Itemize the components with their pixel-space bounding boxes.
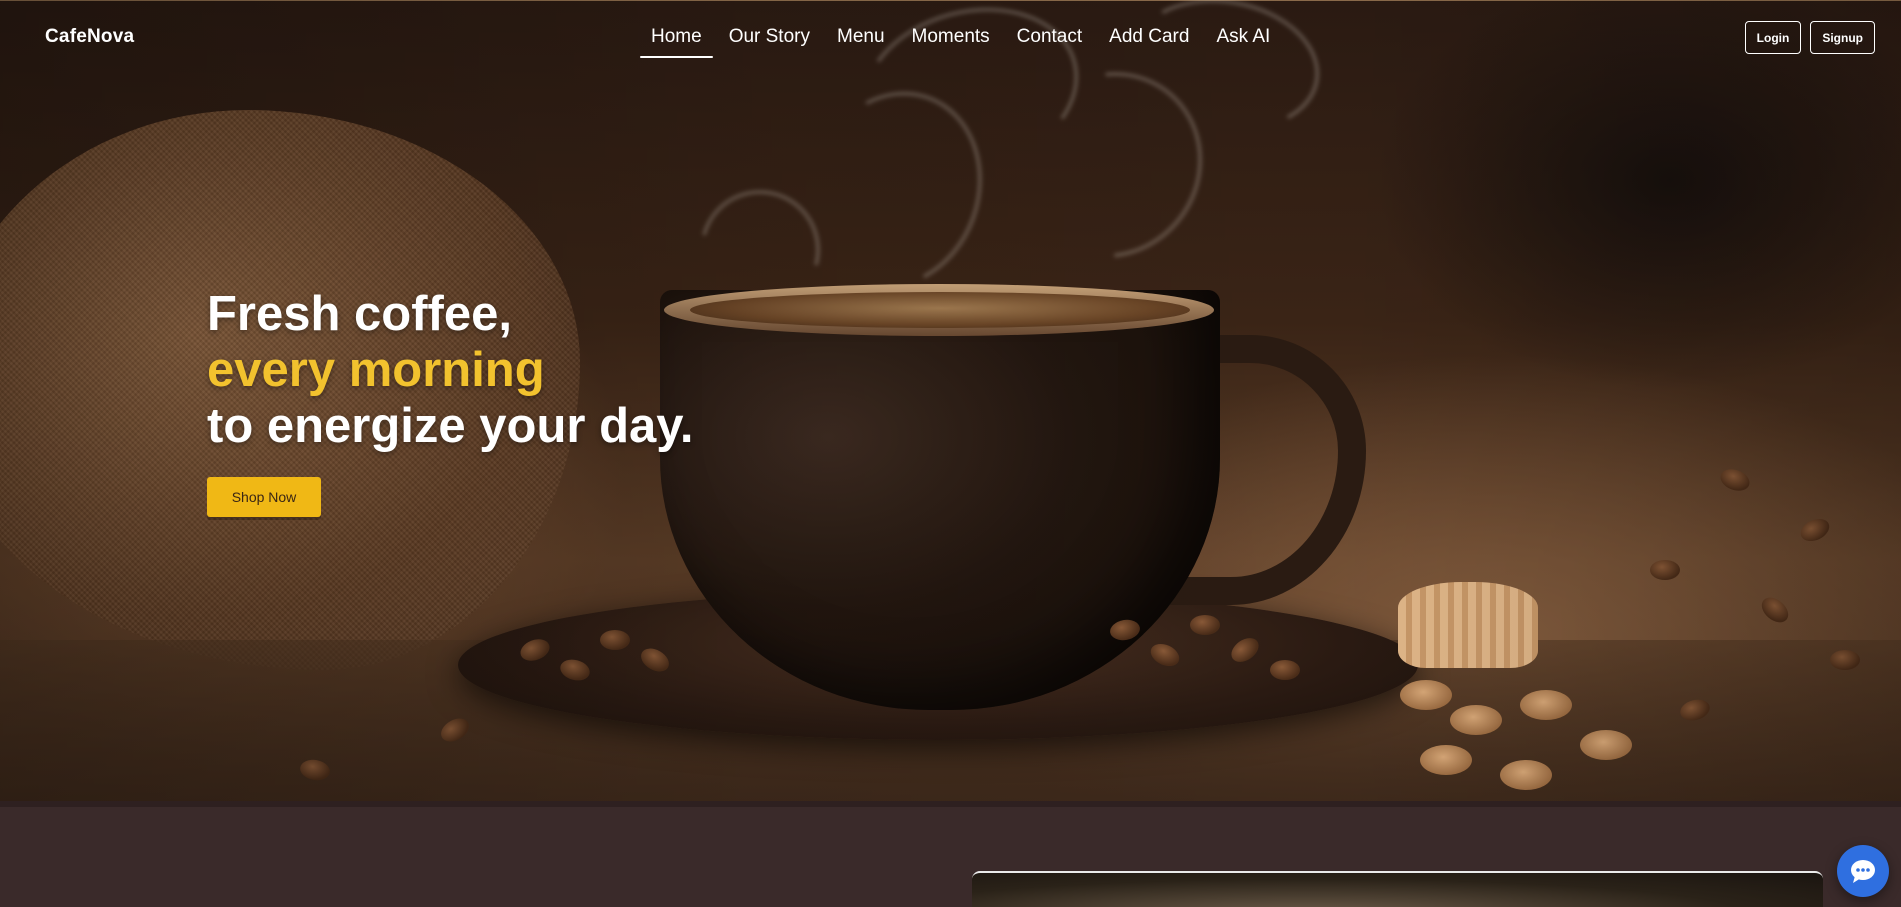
headline-line-1: Fresh coffee, [207, 287, 512, 341]
chat-bubble-icon [1851, 860, 1875, 883]
signup-button[interactable]: Signup [1810, 21, 1875, 54]
nav-menu[interactable]: Menu [826, 20, 896, 58]
nav-ask-ai[interactable]: Ask AI [1205, 20, 1281, 58]
nav-home[interactable]: Home [640, 20, 713, 58]
chat-button[interactable] [1837, 845, 1889, 897]
hero-headline: Fresh coffee, every morning to energize … [207, 286, 693, 454]
nav-contact[interactable]: Contact [1006, 20, 1093, 58]
auth-buttons: Login Signup [1744, 21, 1875, 54]
lower-section [0, 801, 1901, 907]
nav-moments[interactable]: Moments [901, 20, 1001, 58]
headline-line-3: to energize your day. [207, 399, 694, 453]
nav-links: Home Our Story Menu Moments Contact Add … [640, 20, 1286, 58]
section-image [972, 871, 1823, 907]
nav-our-story[interactable]: Our Story [718, 20, 821, 58]
section-divider [0, 801, 1901, 807]
shop-now-button[interactable]: Shop Now [207, 477, 321, 517]
top-navbar: CafeNova Home Our Story Menu Moments Con… [0, 0, 1901, 76]
nav-add-card[interactable]: Add Card [1098, 20, 1200, 58]
brand-logo[interactable]: CafeNova [45, 26, 134, 48]
headline-line-2: every morning [207, 343, 545, 397]
login-button[interactable]: Login [1744, 21, 1802, 54]
